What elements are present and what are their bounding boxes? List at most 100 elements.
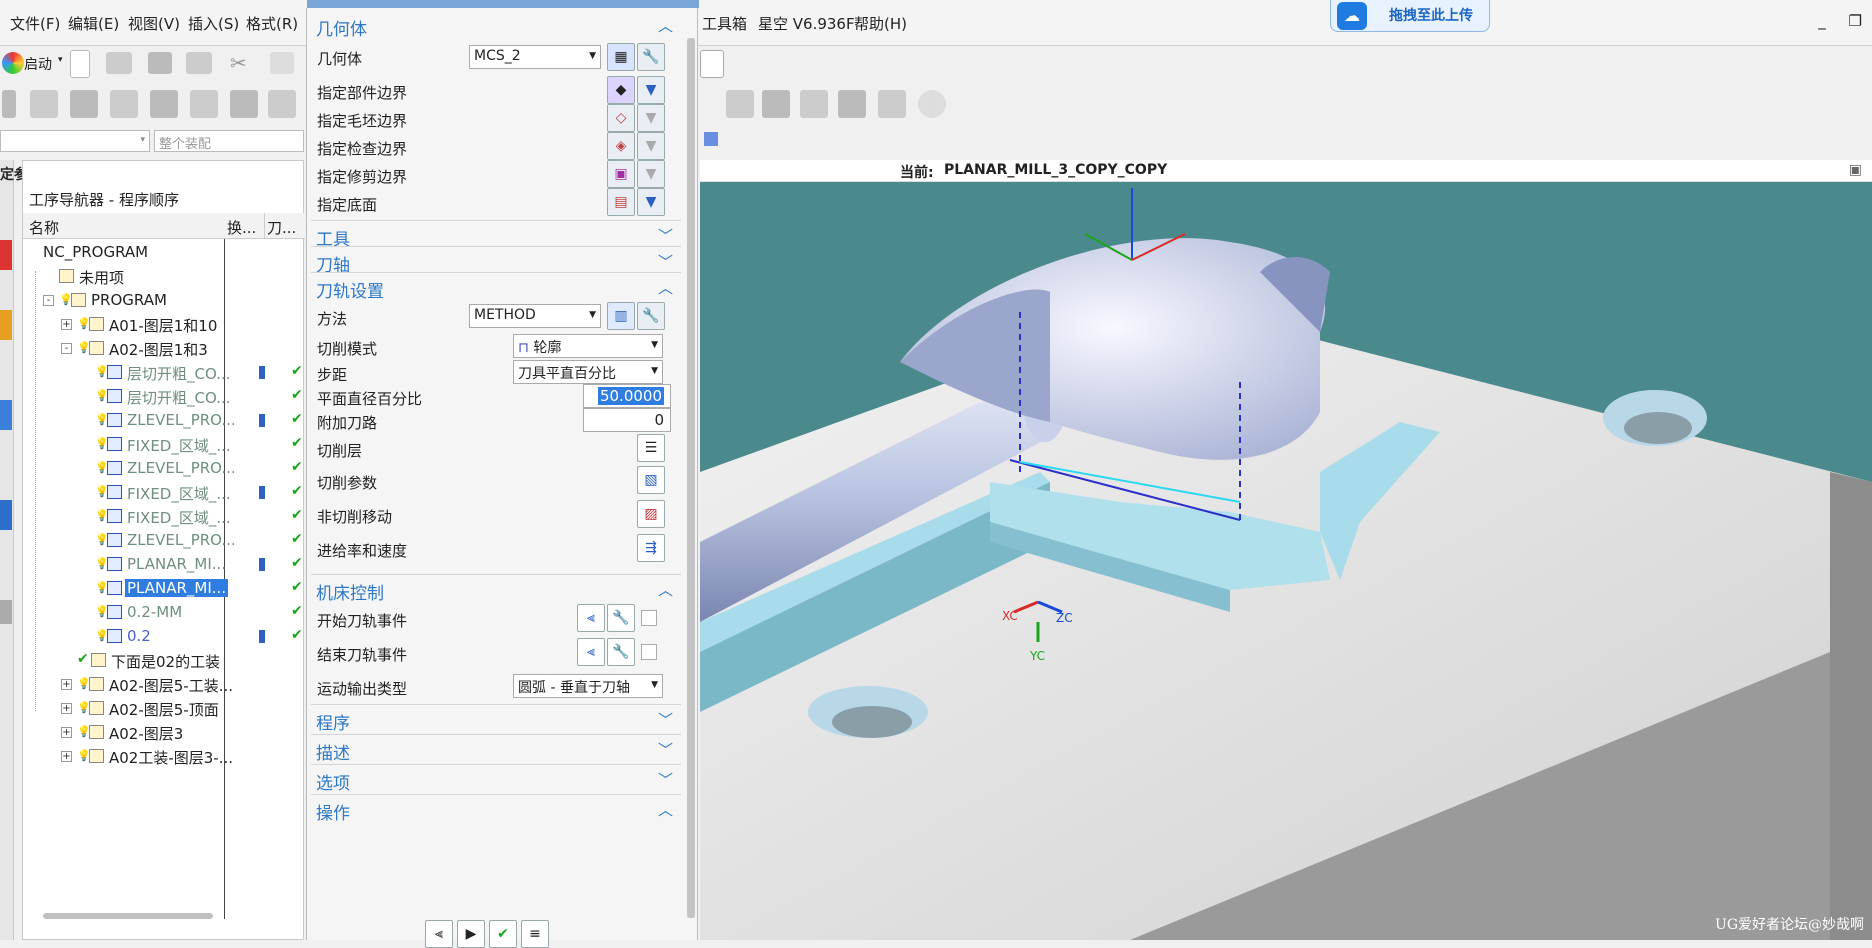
assembly-select[interactable]: 整个装配 [154,130,304,152]
list-icon[interactable]: ≡ [521,920,549,948]
collapse-icon[interactable]: - [43,295,54,306]
part-boundary-icon[interactable]: ◆ [607,76,635,104]
floor-icon[interactable]: ▤ [607,188,635,216]
feed-icon[interactable]: ⇶ [637,534,665,562]
column-tool-change[interactable]: 换... [227,217,256,238]
start-event-icon[interactable]: ⫷ [577,604,605,632]
collapse-icon[interactable]: - [61,343,72,354]
cut-mode-select[interactable]: ⊓ 轮廓 ▼ [513,334,663,358]
tree-row[interactable]: - 💡 PROGRAM [23,289,305,313]
graphics-viewport[interactable]: ZM XC YC ZC UG爱好者论坛@妙哉啊 [700,182,1872,940]
tree-row[interactable]: NC_PROGRAM [23,241,305,265]
cut-levels-icon[interactable]: ☰ [637,434,665,462]
tab-icon-2[interactable] [0,310,12,340]
tool-f-icon[interactable] [190,90,218,118]
method-new-icon[interactable]: ▥ [607,302,635,330]
new-file-icon[interactable] [70,50,90,78]
cut-params-icon[interactable]: ▧ [637,466,665,494]
tree-row[interactable]: 💡 0.2 ✔ [23,625,305,649]
tree-row[interactable]: 💡 层切开粗_CO... ✔ [23,361,305,385]
geometry-new-icon[interactable]: ▦ [607,43,635,71]
tool-e-icon[interactable] [150,90,178,118]
tree-row[interactable]: 💡 FIXED_区域_... ✔ [23,481,305,505]
tree-row[interactable]: 💡 PLANAR_MI... ✔ [23,577,305,601]
tab-icon-5[interactable] [0,600,12,624]
tree-row[interactable]: 未用项 [23,265,305,289]
expand-icon[interactable]: + [61,751,72,762]
section-actions[interactable]: 操作 ︿ [311,796,681,824]
geometry-select[interactable]: MCS_2 ▼ [469,45,601,69]
menu-help[interactable]: 帮助(H) [854,13,907,34]
cube-icon[interactable] [704,132,718,146]
section-program[interactable]: 程序 ﹀ [311,706,681,734]
expand-icon[interactable]: + [61,703,72,714]
wrench-icon[interactable]: 🔧 [607,604,635,632]
print-icon[interactable] [762,90,790,118]
upload-button[interactable]: ☁ 拖拽至此上传 [1330,0,1490,32]
horizontal-scrollbar[interactable] [43,913,213,919]
tool-c-icon[interactable] [70,90,98,118]
maximize-icon[interactable]: ▣ [1849,162,1862,178]
tool-a-icon[interactable] [2,90,16,118]
wrench-icon[interactable]: 🔧 [637,43,665,71]
flashlight-icon[interactable]: ▼ [637,76,665,104]
method-select[interactable]: METHOD ▼ [469,304,601,328]
view-select[interactable] [700,50,724,78]
wrench-icon[interactable]: 🔧 [637,302,665,330]
start-event-checkbox[interactable] [641,610,657,626]
stepover-select[interactable]: 刀具平直百分比 ▼ [513,360,663,384]
tree-row[interactable]: 💡 ZLEVEL_PRO... ✔ [23,529,305,553]
column-toolpath[interactable]: 刀... [267,217,296,238]
tab-icon-4[interactable] [0,500,12,530]
filter-select[interactable]: ▾ [0,130,150,152]
save-icon[interactable] [148,52,172,74]
scroll-thumb[interactable] [687,38,695,918]
motion-output-select[interactable]: 圆弧 - 垂直于刀轴 ▼ [513,674,663,698]
tree-row[interactable]: 💡 PLANAR_MI... ✔ [23,553,305,577]
tree-row[interactable]: 💡 ZLEVEL_PRO... ✔ [23,457,305,481]
section-options[interactable]: 选项 ﹀ [311,766,681,794]
start-label[interactable]: 启动 [24,54,52,74]
restore-icon[interactable]: ❐ [1849,12,1862,30]
open-folder-icon[interactable] [106,52,132,74]
calculator-icon[interactable] [878,90,906,118]
tree-row[interactable]: + 💡 A02-图层5-工装... [23,673,305,697]
extra-passes-input[interactable]: 0 [583,408,671,432]
cut-icon[interactable]: ✂ [230,52,256,74]
flashlight-icon[interactable]: ▼ [637,188,665,216]
section-description[interactable]: 描述 ﹀ [311,736,681,764]
tree-row[interactable]: + 💡 A01-图层1和10 [23,313,305,337]
tool-g-icon[interactable] [230,90,258,118]
wrench-icon[interactable]: 🔧 [607,638,635,666]
tree-row[interactable]: 💡 0.2-MM ✔ [23,601,305,625]
menu-edit[interactable]: 编辑(E) [68,13,119,34]
clock-icon[interactable] [918,90,946,118]
tree-row[interactable]: + 💡 A02-图层3 [23,721,305,745]
tree-row[interactable]: 💡 FIXED_区域_... ✔ [23,505,305,529]
tree-row[interactable]: + 💡 A02-图层5-顶面 [23,697,305,721]
replay-icon[interactable]: ▶ [457,920,485,948]
column-name[interactable]: 名称 [29,217,59,238]
tool-icon[interactable] [838,90,866,118]
menu-insert[interactable]: 插入(S) [188,13,239,34]
percent-input[interactable]: 50.0000 [583,384,671,408]
flashlight-icon[interactable]: ▼ [637,132,665,160]
menu-view[interactable]: 视图(V) [128,13,180,34]
end-event-checkbox[interactable] [641,644,657,660]
flashlight-icon[interactable]: ▼ [637,104,665,132]
verify-icon[interactable]: ✔ [489,920,517,948]
transform-icon[interactable] [800,90,828,118]
print-icon[interactable] [186,52,212,74]
flashlight-icon[interactable]: ▼ [637,160,665,188]
minimize-icon[interactable]: _ [1818,12,1826,30]
end-event-icon[interactable]: ⫷ [577,638,605,666]
tree-row[interactable]: 💡 层切开粗_CO... ✔ [23,385,305,409]
tree-row[interactable]: 💡 FIXED_区域_... ✔ [23,433,305,457]
trim-boundary-icon[interactable]: ▣ [607,160,635,188]
tree-row[interactable]: - 💡 A02-图层1和3 [23,337,305,361]
section-path-settings[interactable]: 刀轨设置 ︿ [311,274,681,302]
tool-h-icon[interactable] [268,90,296,118]
tree-row[interactable]: 💡 ZLEVEL_PRO... ✔ [23,409,305,433]
menu-xingkong[interactable]: 星空 V6.936F [758,13,855,34]
copy-icon[interactable] [270,52,294,74]
